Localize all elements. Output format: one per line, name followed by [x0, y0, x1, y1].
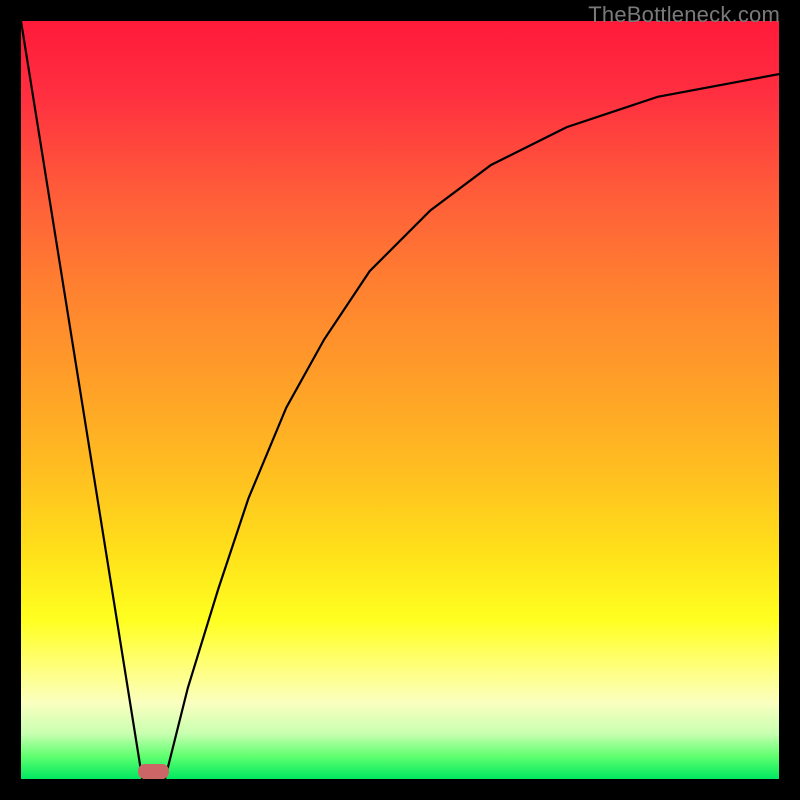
- watermark-text: TheBottleneck.com: [588, 2, 780, 28]
- plot-area: [21, 21, 779, 779]
- chart-container: TheBottleneck.com: [0, 0, 800, 800]
- chart-lines: [21, 21, 779, 779]
- bottleneck-marker: [138, 764, 168, 779]
- right-curve-path: [165, 74, 779, 779]
- left-line-path: [21, 21, 142, 779]
